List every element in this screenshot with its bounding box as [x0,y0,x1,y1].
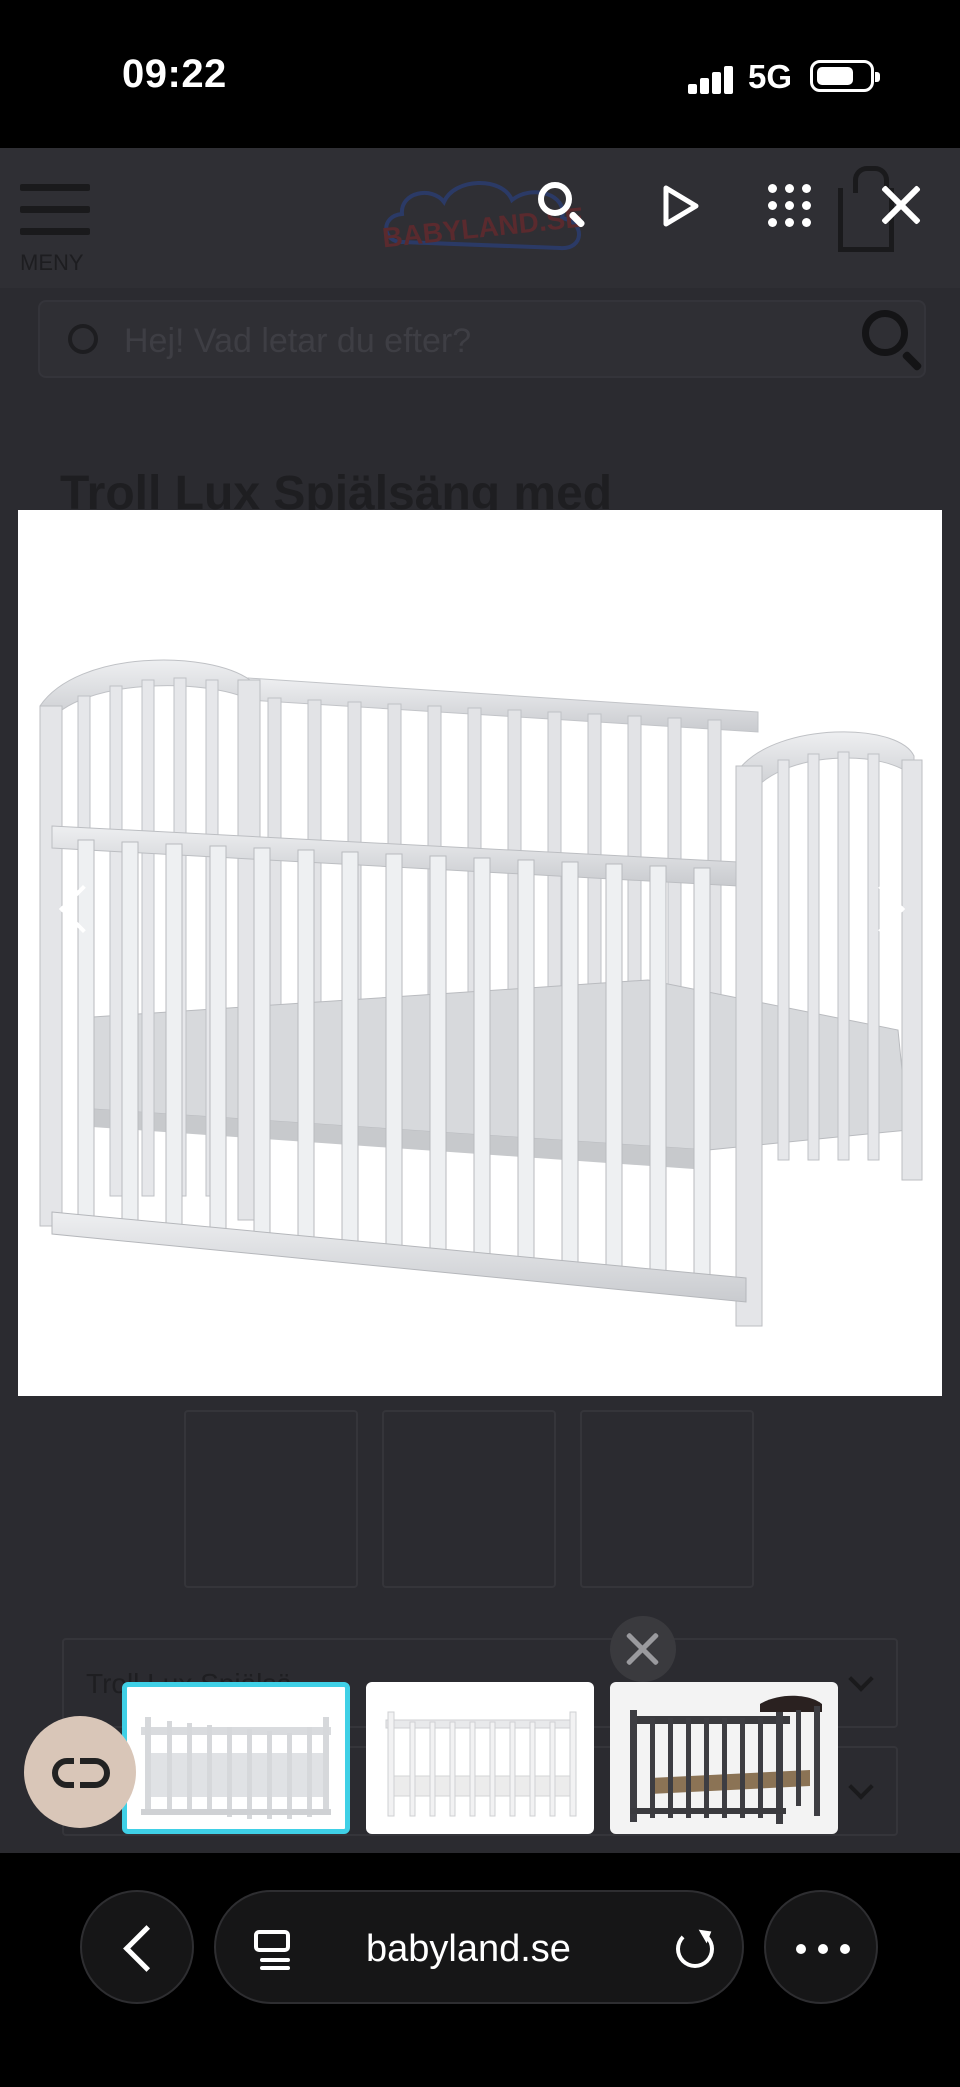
search-icon[interactable] [538,182,586,230]
search-icon [68,324,98,354]
close-icon[interactable] [878,182,926,230]
network-label: 5G [748,58,793,95]
link-icon [52,1758,110,1788]
more-button[interactable] [764,1890,878,2004]
browser-toolbar: babyland.se [0,1853,960,2087]
menu-label: MENY [20,250,84,275]
address-bar[interactable]: babyland.se [214,1890,744,2004]
signal-icon [688,64,734,94]
reload-icon[interactable] [676,1930,714,1968]
thumbnail-grey-crib[interactable] [122,1682,350,1834]
thumbnail-dark-crib[interactable] [610,1682,838,1834]
menu-icon[interactable] [20,184,90,236]
play-icon[interactable] [656,182,704,230]
search-submit-icon[interactable] [862,310,908,356]
status-bar: 09:22 5G [0,0,960,148]
chevron-down-icon [848,1666,874,1692]
battery-icon [810,60,880,92]
reader-icon[interactable] [254,1930,290,1970]
close-gallery-button[interactable] [610,1616,676,1682]
chevron-left-icon[interactable] [54,880,94,940]
product-image[interactable] [18,510,942,1396]
site-search-bar[interactable]: Hej! Vad letar du efter? [38,300,926,378]
status-time: 09:22 [122,52,227,96]
thumbnail-white-crib[interactable] [366,1682,594,1834]
chevron-down-icon [848,1774,874,1800]
chevron-right-icon[interactable] [866,880,906,940]
grid-icon[interactable] [766,182,814,230]
page-thumbnail[interactable] [184,1410,358,1588]
chat-button[interactable] [24,1716,136,1828]
site-header: MENY BABYLAND.SE [0,148,960,288]
back-button[interactable] [80,1890,194,2004]
page-thumbnail[interactable] [382,1410,556,1588]
url-text: babyland.se [366,1928,571,1970]
page-thumbnail[interactable] [580,1410,754,1588]
search-placeholder: Hej! Vad letar du efter? [124,322,472,360]
